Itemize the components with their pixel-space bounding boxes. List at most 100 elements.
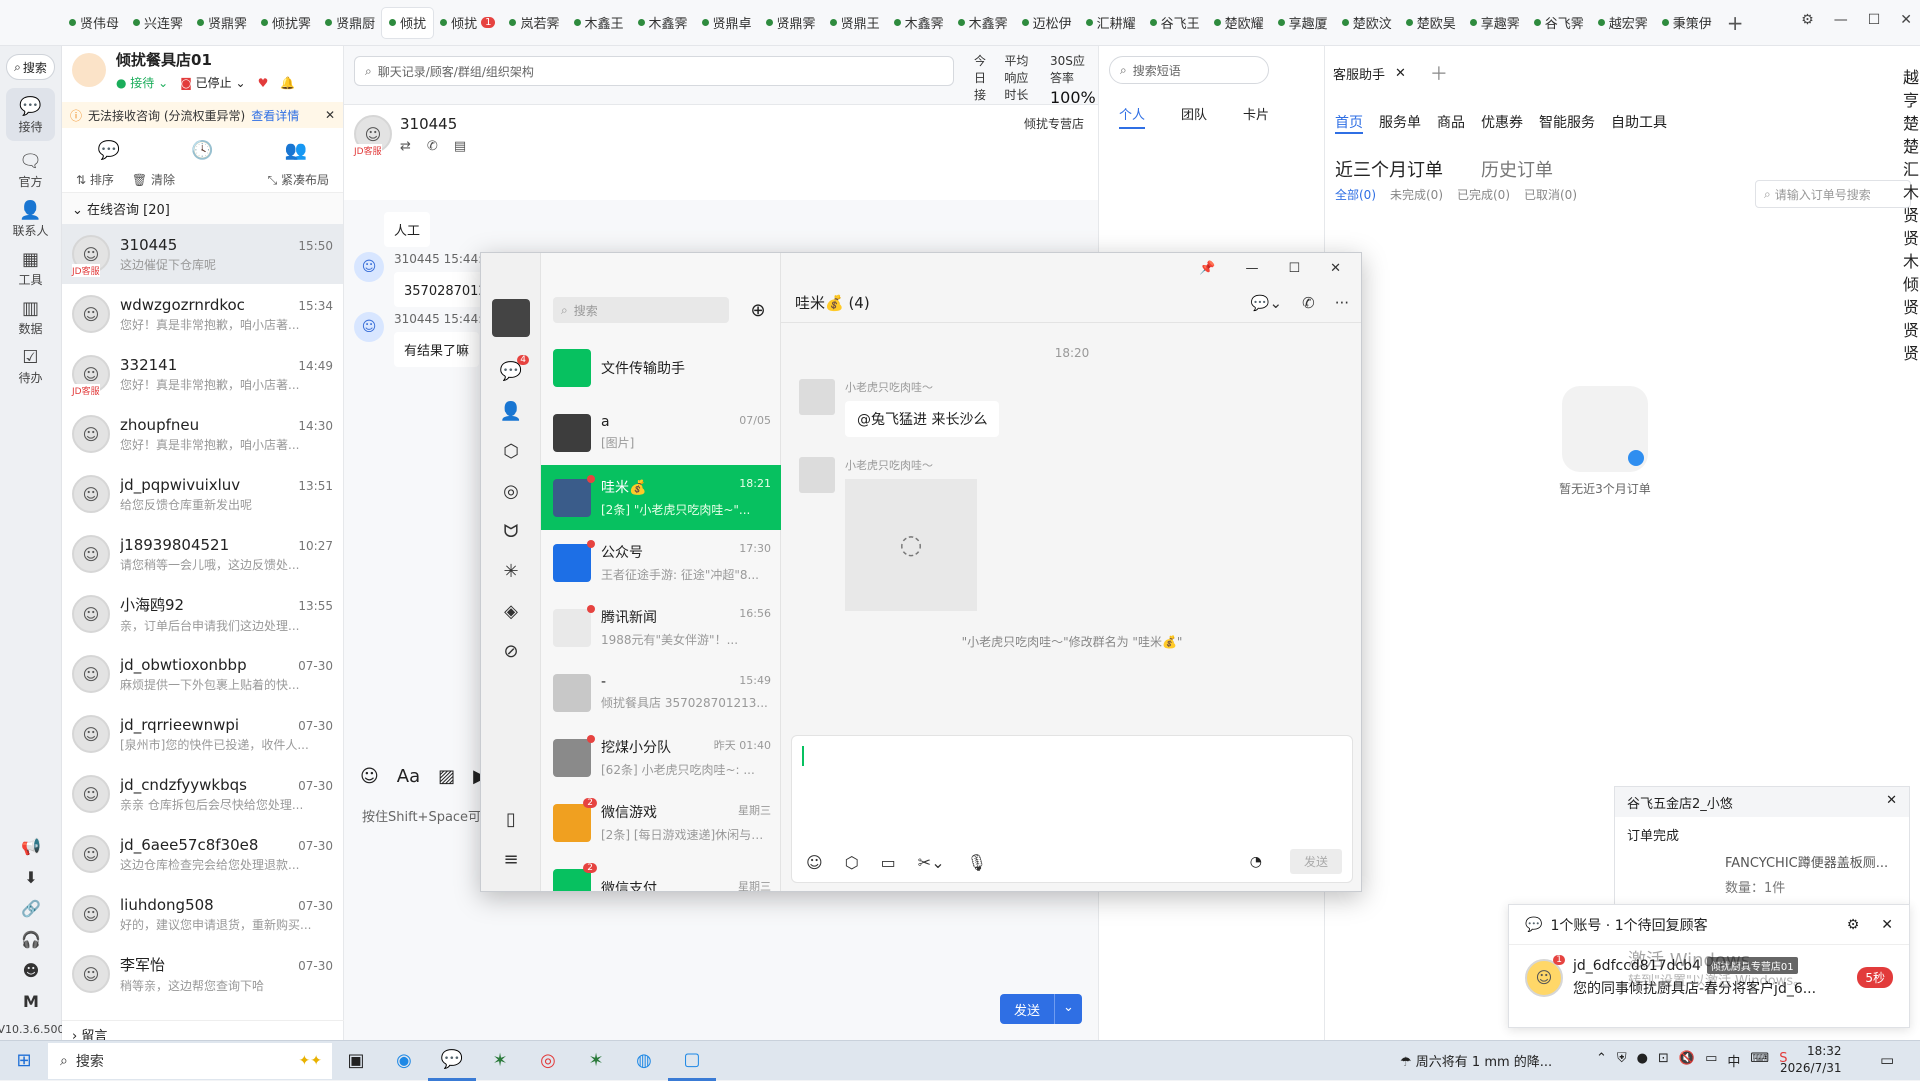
wechat-search-sparkle-icon[interactable]: ✳: [481, 551, 541, 591]
app-chat-icon[interactable]: ▢: [668, 1041, 716, 1081]
assistant-nav-5[interactable]: 自助工具: [1611, 112, 1667, 134]
link-icon[interactable]: 🔗: [21, 899, 41, 918]
app-star-icon-2[interactable]: ✶: [572, 1041, 620, 1081]
wechat-chat-item[interactable]: 公众号 17:30 王者征途手游: 征途"冲超"8...: [541, 530, 781, 595]
conversation-row[interactable]: ☺ jd_cndzfyywkbqs 07-30 亲亲 仓库拆包后会尽快给您处理...: [62, 764, 343, 824]
wechat-chat-item[interactable]: 腾讯新闻 16:56 1988元有"美女伴游"！...: [541, 595, 781, 660]
tab-19[interactable]: 享趣厦: [1271, 8, 1335, 38]
chevron-up-icon[interactable]: ⌃: [1596, 1051, 1607, 1070]
wechat-chat-item[interactable]: 文件传输助手: [541, 335, 781, 400]
tab-3[interactable]: 倾扰霁: [254, 8, 318, 38]
clear-button[interactable]: 🗑 清除: [132, 171, 175, 188]
maximize-icon[interactable]: ☐: [1868, 12, 1881, 28]
status-receive-dropdown[interactable]: ● 接待 ⌄: [116, 74, 168, 91]
tab-24[interactable]: 越宏霁: [1591, 8, 1655, 38]
tab-20[interactable]: 楚欧汶: [1335, 8, 1399, 38]
wechat-add-icon[interactable]: ⊕: [745, 297, 771, 323]
tab-21[interactable]: 楚欧昊: [1399, 8, 1463, 38]
conversation-row[interactable]: ☺ jd_rqrrieewnwpi 07-30 [泉州市]您的快件已投递，收件人...: [62, 704, 343, 764]
wechat-miniprogram-icon[interactable]: ◈: [481, 591, 541, 631]
network-icon[interactable]: ⊡: [1658, 1051, 1669, 1070]
tab-17[interactable]: 谷飞王: [1143, 8, 1207, 38]
windows-start-icon[interactable]: ⊞: [0, 1050, 48, 1071]
megaphone-icon[interactable]: 📢: [21, 837, 41, 856]
app-red-circle-icon[interactable]: ◎: [524, 1041, 572, 1081]
order-filter-1[interactable]: 未完成(0): [1390, 186, 1443, 203]
notice-details-link[interactable]: 查看详情: [251, 107, 299, 124]
online-consult-group[interactable]: ⌄ 在线咨询 [20]: [62, 192, 343, 224]
image-icon[interactable]: ▨: [438, 766, 455, 787]
task-view-icon[interactable]: ▣: [332, 1041, 380, 1081]
app-star-icon[interactable]: ✶: [476, 1041, 524, 1081]
transfer-icon[interactable]: ⇄: [400, 139, 411, 154]
wechat-chat-item[interactable]: 挖煤小分队 昨天 01:40 [62条] 小老虎只吃肉哇~: ...: [541, 725, 781, 790]
conversation-row[interactable]: ☺ 小海鸥92 13:55 亲，订单后台申请我们这边处理...: [62, 584, 343, 644]
tab-recent-orders[interactable]: 近三个月订单: [1335, 156, 1443, 182]
send-options-chevron-icon[interactable]: ⌄: [1054, 994, 1082, 1024]
headset-icon[interactable]: 🎧: [21, 930, 41, 949]
tab-16[interactable]: 汇耕耀: [1079, 8, 1143, 38]
tab-colleagues[interactable]: 👥: [285, 140, 307, 161]
emoji-icon[interactable]: ☺: [806, 853, 823, 872]
tab-10[interactable]: 贤鼎卓: [695, 8, 759, 38]
tab-1[interactable]: 兴连霁: [126, 8, 190, 38]
wechat-my-avatar[interactable]: [491, 299, 530, 337]
close-icon[interactable]: ✕: [1881, 917, 1893, 933]
robot-icon[interactable]: ☻: [23, 961, 40, 980]
conversation-row[interactable]: ☺ 李军怡 07-30 稍等亲，这边帮您查询下哈: [62, 944, 343, 1004]
tab-history-orders[interactable]: 历史订单: [1481, 156, 1553, 182]
nav-item-2[interactable]: 👤 联系人: [0, 198, 61, 239]
tab-23[interactable]: 谷飞霁: [1527, 8, 1591, 38]
wechat-send-button[interactable]: 发送: [1289, 849, 1342, 874]
wechat-chat-item[interactable]: 哇米💰 18:21 [2条] "小老虎只吃肉哇~"...: [541, 465, 781, 530]
microphone-icon[interactable]: 🎙: [967, 853, 987, 872]
wechat-input-box[interactable]: ☺ ⬡ ▭ ✂⌄ 🎙 ◔ 发送: [791, 735, 1353, 883]
note-icon[interactable]: ▤: [454, 139, 466, 154]
tab-5[interactable]: 倾扰: [382, 7, 434, 38]
tab-14[interactable]: 木鑫霁: [951, 8, 1015, 38]
wechat-contacts-icon[interactable]: 👤: [481, 391, 541, 431]
notification-icon[interactable]: ▭: [1880, 1051, 1894, 1069]
settings-icon[interactable]: ⚙: [1801, 12, 1814, 28]
tab-13[interactable]: 木鑫霁: [887, 8, 951, 38]
folder-icon[interactable]: ▭: [881, 853, 896, 872]
assistant-nav-1[interactable]: 服务单: [1379, 112, 1421, 134]
wechat-moments-icon[interactable]: ◎: [481, 471, 541, 511]
assistant-nav-0[interactable]: 首页: [1335, 112, 1363, 134]
order-search-input[interactable]: ⌕ 请输入订单号搜索: [1755, 180, 1911, 208]
tab-0[interactable]: 贤伟母: [62, 8, 126, 38]
wechat-call-icon[interactable]: ✆: [1302, 294, 1315, 312]
m-logo-icon[interactable]: M: [23, 992, 39, 1011]
edge-icon[interactable]: ◉: [380, 1041, 428, 1081]
tab-2[interactable]: 贤鼎霁: [190, 8, 254, 38]
status-stopped-dropdown[interactable]: ◙ 已停止 ⌄: [180, 74, 245, 91]
wechat-box-icon[interactable]: ⬡: [481, 431, 541, 471]
tab-9[interactable]: 木鑫霁: [631, 8, 695, 38]
nav-search-button[interactable]: ⌕ 搜索: [6, 54, 55, 80]
volume-muted-icon[interactable]: 🔇: [1679, 1051, 1695, 1070]
nav-item-4[interactable]: ▥ 数据: [0, 296, 61, 337]
wechat-chat-item[interactable]: 2 微信游戏 星期三 [2条] [每日游戏速递]休闲与塔...: [541, 790, 781, 855]
wechat-chat-item[interactable]: - 15:49 倾扰餐具店 357028701213...: [541, 660, 781, 725]
notice-close-icon[interactable]: ✕: [325, 108, 335, 122]
conversation-row[interactable]: ☺ JD客服 332141 14:49 您好！真是非常抱歉，咱小店著...: [62, 344, 343, 404]
minimize-icon[interactable]: —: [1834, 12, 1848, 28]
conversation-row[interactable]: ☺ jd_6aee57c8f30e8 07-30 这边仓库检查完会给您处理退款...: [62, 824, 343, 884]
compact-layout-button[interactable]: ⤡ 紧凑布局: [268, 171, 329, 188]
wechat-bubble-icon[interactable]: 💬⌄: [1251, 294, 1282, 312]
app-compass-icon[interactable]: ◍: [620, 1041, 668, 1081]
conversation-row[interactable]: ☺ wdwzgozrnrdkoc 15:34 您好！真是非常抱歉，咱小店著...: [62, 284, 343, 344]
conversation-row[interactable]: ☺ jd_obwtioxonbbp 07-30 麻烦提供一下外包裹上贴着的快...: [62, 644, 343, 704]
tab-8[interactable]: 木鑫王: [567, 8, 631, 38]
add-tab-icon[interactable]: ＋: [1430, 60, 1448, 86]
conversation-row[interactable]: ☺ liuhdong508 07-30 好的，建议您申请退货，重新购买...: [62, 884, 343, 944]
ime-indicator[interactable]: 中: [1727, 1051, 1740, 1070]
wechat-chat-item[interactable]: 2 微信支付 星期三: [541, 855, 781, 891]
wechat-phone-icon[interactable]: ▯: [481, 799, 541, 839]
minimize-icon[interactable]: —: [1245, 261, 1258, 285]
conversation-row[interactable]: ☺ JD客服 310445 15:50 这边催促下仓库呢: [62, 224, 343, 284]
conversation-row[interactable]: ☺ jd_pqpwivuixluv 13:51 给您反馈仓库重新发出呢: [62, 464, 343, 524]
taskbar-clock[interactable]: 18:32 2026/7/31: [1780, 1043, 1842, 1077]
add-tab-icon[interactable]: +: [1727, 11, 1744, 35]
wechat-taskbar-icon[interactable]: 💬: [428, 1041, 476, 1081]
